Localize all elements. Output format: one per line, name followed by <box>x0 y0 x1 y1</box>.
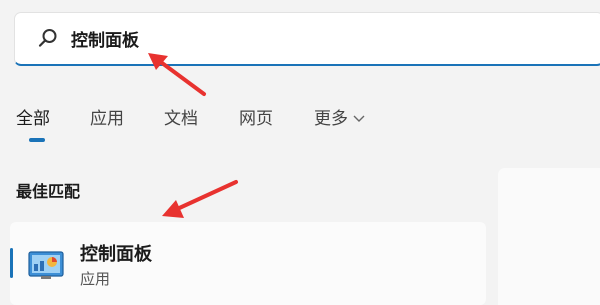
result-app-name: 控制面板 <box>80 244 152 265</box>
preview-pane <box>498 168 600 305</box>
search-box[interactable] <box>14 12 600 66</box>
result-app-type: 应用 <box>80 270 111 288</box>
search-icon <box>38 29 57 47</box>
tab-apps[interactable]: 应用 <box>90 104 124 129</box>
best-match-result[interactable]: 控制面板 应用 <box>10 222 486 305</box>
active-tab-indicator <box>29 138 45 142</box>
control-panel-icon <box>28 251 64 279</box>
search-input[interactable] <box>71 23 571 53</box>
arrow-to-result <box>162 180 238 218</box>
selection-accent <box>10 248 13 278</box>
tab-more-label: 更多 <box>314 109 348 129</box>
tab-all[interactable]: 全部 <box>16 104 50 129</box>
tab-more[interactable]: 更多 <box>314 104 365 129</box>
best-match-heading: 最佳匹配 <box>16 182 81 201</box>
chevron-down-icon <box>353 115 365 122</box>
tab-documents[interactable]: 文档 <box>164 104 198 129</box>
tab-web[interactable]: 网页 <box>239 104 273 129</box>
